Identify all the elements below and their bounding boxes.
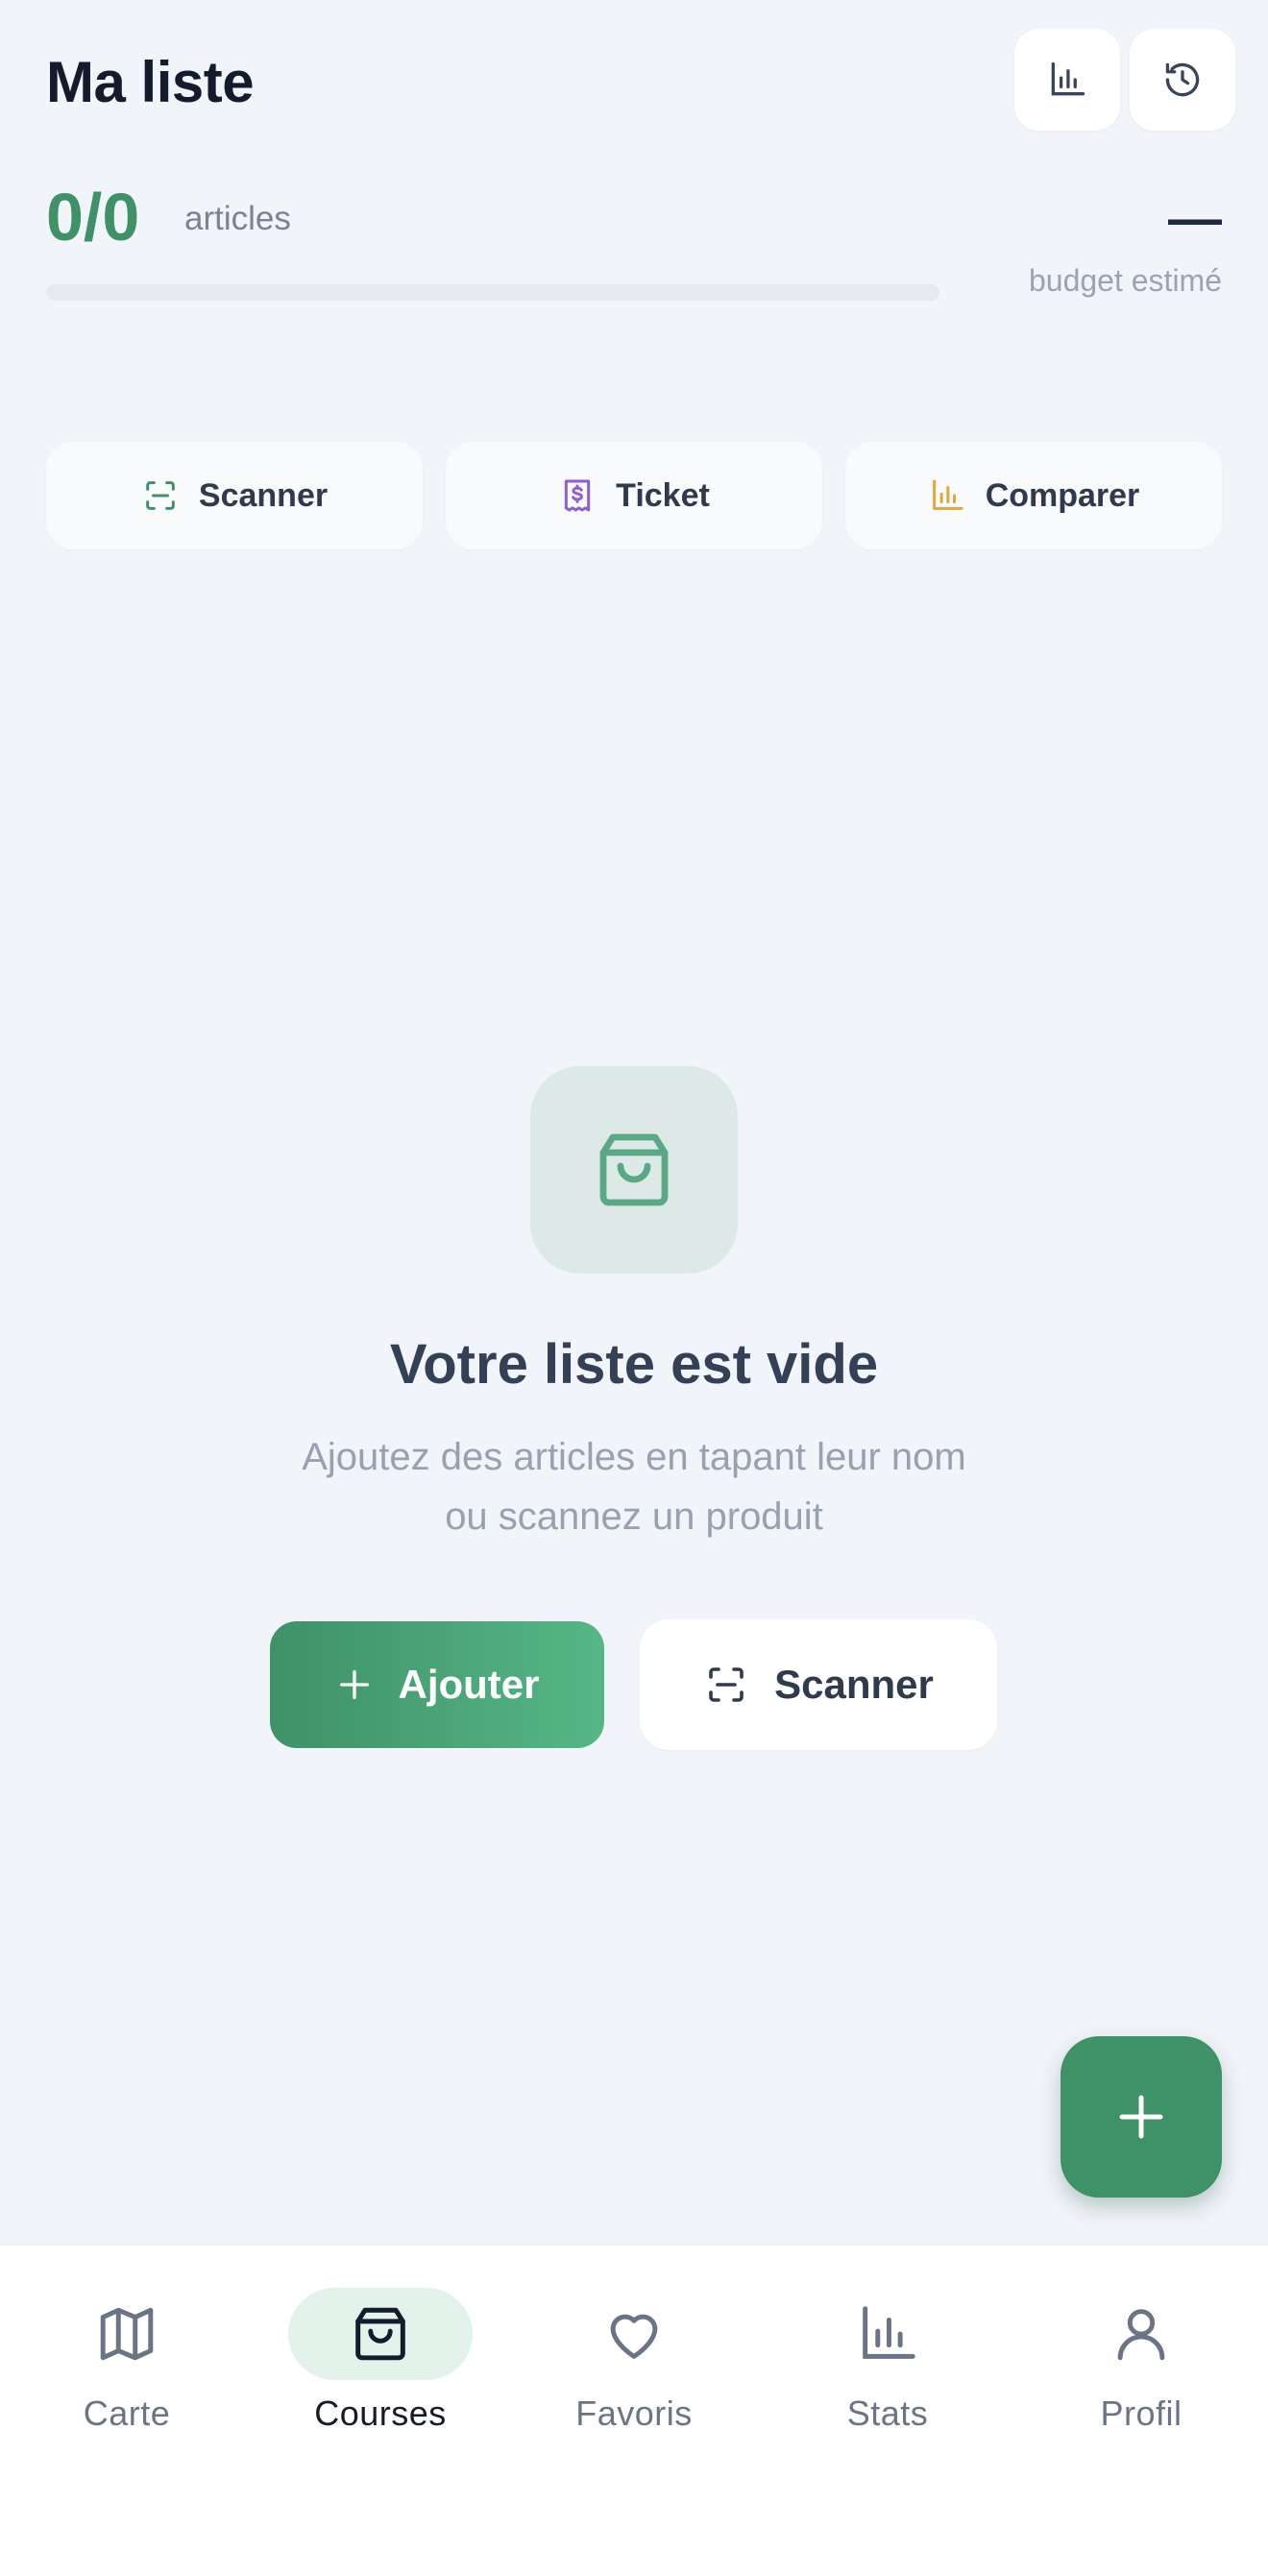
nav-label-carte: Carte: [83, 2394, 171, 2433]
nav-label-courses: Courses: [314, 2394, 447, 2433]
scan-product-label: Scanner: [774, 1662, 934, 1707]
plus-icon: [339, 1670, 369, 1699]
plus-icon: [1119, 2095, 1163, 2139]
nav-label-stats: Stats: [846, 2394, 929, 2433]
nav-icon-container: [35, 2288, 219, 2380]
scan-product-button[interactable]: Scanner: [640, 1619, 997, 1750]
budget-value: —: [1168, 187, 1222, 248]
quick-ticket-label: Ticket: [616, 476, 710, 514]
nav-item-courses[interactable]: Courses: [265, 2288, 496, 2442]
empty-state-title: Votre liste est vide: [389, 1333, 879, 1396]
history-icon: [1165, 62, 1200, 97]
nav-icon-container: [1049, 2288, 1233, 2380]
map-icon: [100, 2307, 154, 2361]
quick-ticket-button[interactable]: Ticket: [446, 442, 822, 549]
nav-item-carte[interactable]: Carte: [12, 2288, 242, 2442]
bar-chart-icon: [1051, 61, 1085, 96]
bar-chart-icon: [932, 479, 963, 510]
budget-label: budget estimé: [1028, 263, 1222, 298]
items-count-label: articles: [184, 200, 291, 237]
bottom-navigation: Carte Courses Favoris Stats Profil: [0, 2244, 1268, 2576]
quick-scan-label: Scanner: [198, 476, 329, 514]
shopping-bag-icon: [355, 2307, 405, 2361]
nav-item-favoris[interactable]: Favoris: [519, 2288, 749, 2442]
nav-icon-container: [542, 2288, 726, 2380]
bar-chart-icon: [863, 2306, 915, 2359]
user-icon: [1117, 2309, 1165, 2361]
empty-state-subtitle-line2: ou scannez un produit: [445, 1495, 823, 1538]
empty-state-subtitle-line1: Ajoutez des articles en tapant leur nom: [302, 1436, 966, 1478]
nav-item-profil[interactable]: Profil: [1026, 2288, 1256, 2442]
stats-button[interactable]: [1014, 29, 1120, 131]
empty-state-illustration: [530, 1066, 738, 1274]
progress-bar: [46, 284, 939, 301]
quick-compare-button[interactable]: Comparer: [845, 442, 1222, 549]
history-button[interactable]: [1130, 29, 1235, 131]
fab-add-button[interactable]: [1061, 2036, 1222, 2198]
shopping-bag-icon: [599, 1133, 669, 1206]
items-count: 0/0: [46, 180, 140, 255]
app-screen: Ma liste 0/0 articles — budget estimé Sc…: [0, 0, 1268, 2576]
nav-icon-container: [288, 2288, 473, 2380]
scan-icon: [146, 481, 175, 510]
nav-icon-container: [795, 2288, 980, 2380]
receipt-icon: [565, 479, 591, 512]
nav-item-stats[interactable]: Stats: [772, 2288, 1003, 2442]
quick-scan-button[interactable]: Scanner: [46, 442, 423, 549]
add-item-label: Ajouter: [398, 1662, 540, 1707]
scan-icon: [709, 1667, 744, 1702]
add-item-button[interactable]: Ajouter: [270, 1621, 604, 1748]
quick-compare-label: Comparer: [985, 476, 1140, 514]
nav-label-profil: Profil: [1100, 2394, 1183, 2433]
page-title: Ma liste: [46, 50, 255, 114]
heart-icon: [610, 2314, 658, 2359]
nav-label-favoris: Favoris: [575, 2394, 693, 2433]
